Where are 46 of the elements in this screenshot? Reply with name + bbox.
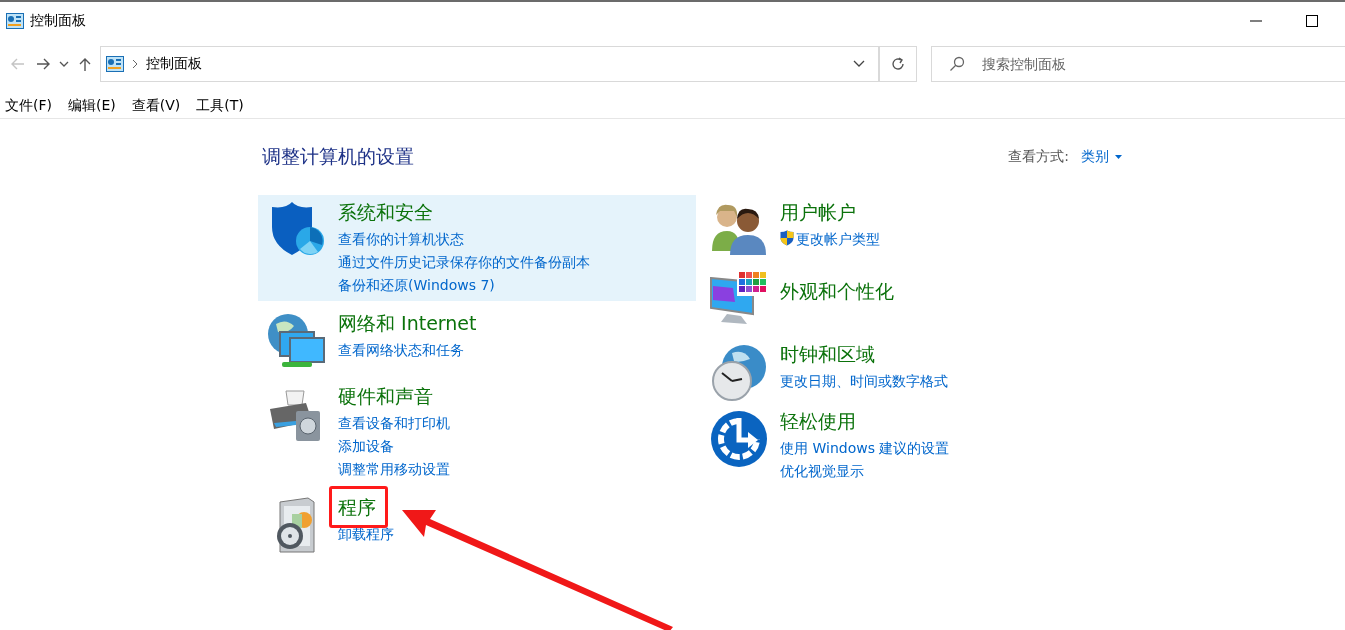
category-title[interactable]: 网络和 Internet [338,310,477,336]
menu-item[interactable]: 编辑(E) [68,97,116,115]
category-title[interactable]: 硬件和声音 [338,383,433,409]
category-link[interactable]: 更改日期、时间或数字格式 [780,370,948,393]
clock-globe-icon [710,343,768,401]
up-arrow-icon [77,57,93,71]
refresh-icon [890,56,906,72]
address-field[interactable]: 控制面板 [100,46,879,82]
search-icon [949,56,965,72]
category-link[interactable]: 查看你的计算机状态 [338,228,464,251]
network-computers-icon [266,312,328,370]
control-panel-icon [6,13,24,29]
maximize-icon [1306,15,1318,27]
category-link[interactable]: 查看设备和打印机 [338,412,450,435]
category-link[interactable]: 优化视觉显示 [780,460,864,483]
category-link[interactable]: 备份和还原(Windows 7) [338,274,495,297]
category-link[interactable]: 卸载程序 [338,523,394,546]
category-title[interactable]: 系统和安全 [338,199,433,225]
view-by-dropdown[interactable]: 类别 [1081,148,1122,166]
category-link[interactable]: 通过文件历史记录保存你的文件备份副本 [338,251,590,274]
page-heading: 调整计算机的设置 [262,144,415,169]
ease-of-access-icon [710,410,768,468]
menu-item[interactable]: 文件(F) [5,97,52,115]
caret-icon [1115,155,1122,159]
back-arrow-icon [10,57,26,71]
category-link[interactable]: 查看网络状态和任务 [338,339,464,362]
minimize-icon [1250,20,1262,22]
control-panel-icon [106,56,124,72]
view-by-label: 查看方式: [1008,148,1069,166]
category-title[interactable]: 时钟和区域 [780,341,875,367]
forward-arrow-icon [35,57,51,71]
category-link[interactable]: 使用 Windows 建议的设置 [780,437,950,460]
category-link[interactable]: 调整常用移动设置 [338,458,450,481]
category-link[interactable]: 添加设备 [338,435,394,458]
breadcrumb-item[interactable]: 控制面板 [146,55,840,73]
category-link[interactable]: 更改帐户类型 [796,228,880,251]
category-title[interactable]: 轻松使用 [780,408,856,434]
category-title[interactable]: 程序 [338,494,376,520]
window-title: 控制面板 [30,12,87,30]
refresh-button[interactable] [879,46,917,82]
search-field[interactable]: 搜索控制面板 [931,46,1345,82]
category-title[interactable]: 用户帐户 [780,199,856,225]
menu-item[interactable]: 查看(V) [131,97,181,115]
menu-item[interactable]: 工具(T) [196,97,244,115]
category-title[interactable]: 外观和个性化 [780,278,894,304]
chevron-down-icon [853,60,865,68]
